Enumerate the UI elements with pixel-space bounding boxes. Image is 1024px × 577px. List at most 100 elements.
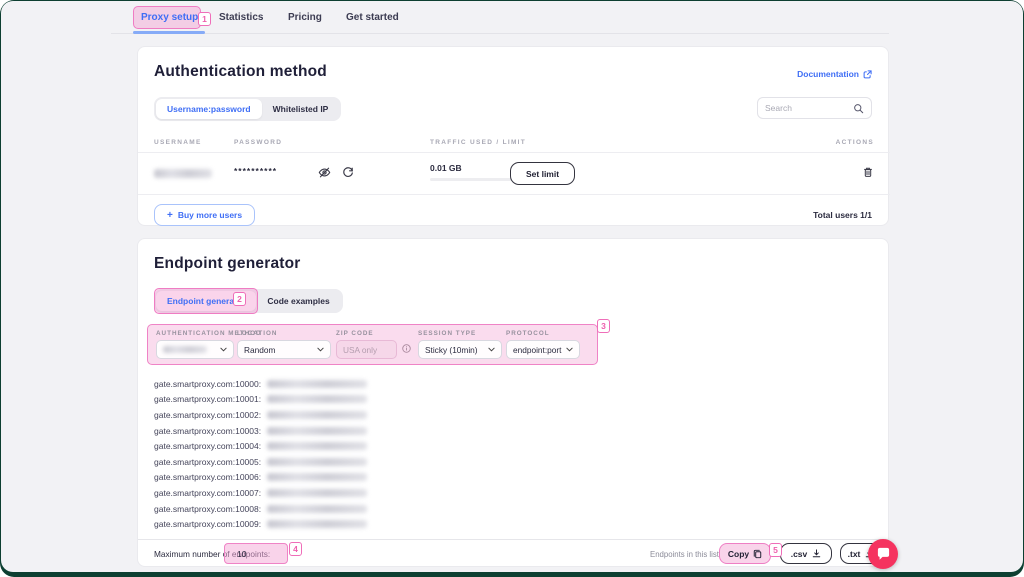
chevron-down-icon	[317, 347, 324, 352]
annotation-badge-3: 3	[597, 319, 610, 333]
screenshot-frame: Proxy setup Statistics Pricing Get start…	[0, 0, 1024, 577]
zip-code-placeholder: USA only	[343, 345, 377, 355]
show-password-button[interactable]	[318, 166, 331, 179]
location-select[interactable]: Random	[237, 340, 331, 359]
credentials-blurred	[267, 505, 367, 513]
chat-bubble-icon	[876, 547, 891, 561]
chevron-down-icon	[566, 347, 573, 352]
endpoint-host: gate.smartproxy.com:10007:	[154, 488, 261, 498]
endpoint-row: gate.smartproxy.com:10003:	[154, 423, 367, 439]
col-password: PASSWORD	[234, 139, 282, 146]
annotation-badge-5: 5	[769, 543, 782, 557]
password-masked: **********	[234, 166, 277, 176]
authentication-card: Authentication method Documentation User…	[137, 46, 889, 226]
col-actions: ACTIONS	[836, 139, 874, 146]
regenerate-password-button[interactable]	[342, 166, 354, 178]
endpoint-host: gate.smartproxy.com:10004:	[154, 441, 261, 451]
col-username: USERNAME	[154, 139, 202, 146]
credentials-blurred	[267, 411, 367, 419]
credentials-blurred	[267, 473, 367, 481]
filter-zip-code: ZIP CODE USA only	[336, 330, 397, 359]
download-icon	[812, 549, 821, 558]
filter-label: LOCATION	[237, 330, 331, 337]
external-link-icon	[863, 70, 872, 79]
tab-code-examples[interactable]: Code examples	[256, 291, 340, 311]
endpoint-row: gate.smartproxy.com:10002:	[154, 407, 367, 423]
filter-location: LOCATION Random	[237, 330, 331, 359]
tab-pricing[interactable]: Pricing	[288, 12, 322, 23]
total-users-label: Total users 1/1	[813, 210, 872, 220]
annotation-badge-4: 4	[289, 542, 302, 556]
dashboard-screen: Proxy setup Statistics Pricing Get start…	[1, 1, 1023, 572]
filter-label: AUTHENTICATION METHOD	[156, 330, 234, 337]
traffic-progress-bar	[430, 178, 518, 181]
tab-statistics[interactable]: Statistics	[219, 12, 263, 23]
endpoint-host: gate.smartproxy.com:10006:	[154, 472, 261, 482]
endpoint-row: gate.smartproxy.com:10000:	[154, 376, 367, 392]
protocol-select[interactable]: endpoint:port	[506, 340, 580, 359]
set-limit-button[interactable]: Set limit	[510, 162, 575, 185]
session-type-value: Sticky (10min)	[425, 345, 478, 355]
credentials-blurred	[267, 520, 367, 528]
endpoint-row: gate.smartproxy.com:10008:	[154, 501, 367, 517]
credentials-blurred	[267, 458, 367, 466]
filter-label: SESSION TYPE	[418, 330, 502, 337]
endpoint-row: gate.smartproxy.com:10001:	[154, 392, 367, 408]
chat-launcher-button[interactable]	[868, 539, 898, 569]
auth-title: Authentication method	[154, 63, 327, 81]
buy-more-users-button[interactable]: + Buy more users	[154, 204, 255, 226]
endpoint-tabs: Endpoint generator Code examples	[154, 289, 343, 313]
max-endpoints-input[interactable]	[224, 543, 288, 564]
chevron-down-icon	[488, 347, 495, 352]
endpoint-host: gate.smartproxy.com:10002:	[154, 410, 261, 420]
endpoint-row: gate.smartproxy.com:10009:	[154, 516, 367, 532]
search-input[interactable]	[765, 103, 853, 113]
active-tab-underline	[133, 31, 205, 34]
users-table-header: USERNAME PASSWORD TRAFFIC USED / LIMIT A…	[138, 131, 890, 153]
download-csv-button[interactable]: .csv	[780, 543, 832, 564]
filter-label: PROTOCOL	[506, 330, 580, 337]
documentation-label: Documentation	[797, 69, 859, 79]
selected-user-blurred	[163, 346, 207, 353]
credentials-blurred	[267, 380, 367, 388]
traffic-used-value: 0.01 GB	[430, 163, 462, 173]
endpoint-filters-panel: AUTHENTICATION METHOD LOCATION Random ZI…	[147, 324, 598, 365]
session-type-select[interactable]: Sticky (10min)	[418, 340, 502, 359]
buy-more-users-label: Buy more users	[178, 210, 242, 220]
copy-icon	[753, 549, 762, 559]
copy-label: Copy	[728, 549, 749, 559]
top-navigation: Proxy setup Statistics Pricing Get start…	[111, 1, 889, 34]
endpoint-host: gate.smartproxy.com:10008:	[154, 504, 261, 514]
col-traffic: TRAFFIC USED / LIMIT	[430, 139, 526, 146]
filter-session-type: SESSION TYPE Sticky (10min)	[418, 330, 502, 359]
endpoint-host: gate.smartproxy.com:10001:	[154, 394, 261, 404]
search-icon	[853, 103, 864, 114]
filter-label: ZIP CODE	[336, 330, 397, 337]
copy-button[interactable]: Copy	[719, 543, 771, 564]
zip-code-input: USA only	[336, 340, 397, 359]
endpoint-host: gate.smartproxy.com:10009:	[154, 519, 261, 529]
chevron-down-icon	[220, 347, 227, 352]
credentials-blurred	[267, 489, 367, 497]
annotation-badge-2: 2	[233, 292, 246, 306]
documentation-link[interactable]: Documentation	[797, 69, 872, 79]
tab-get-started[interactable]: Get started	[346, 12, 399, 23]
delete-user-icon[interactable]	[862, 166, 874, 179]
info-icon[interactable]	[402, 344, 411, 353]
protocol-value: endpoint:port	[513, 345, 561, 355]
tab-proxy-setup[interactable]: Proxy setup	[141, 12, 198, 23]
endpoint-row: gate.smartproxy.com:10004:	[154, 438, 367, 454]
plus-icon: +	[167, 210, 173, 221]
filter-protocol: PROTOCOL endpoint:port	[506, 330, 580, 359]
search-box	[757, 97, 872, 119]
tab-whitelisted-ip[interactable]: Whitelisted IP	[262, 99, 340, 119]
authentication-method-select[interactable]	[156, 340, 234, 359]
tab-username-password[interactable]: Username:password	[156, 99, 262, 119]
csv-label: .csv	[791, 549, 808, 559]
filter-authentication-method: AUTHENTICATION METHOD	[156, 330, 234, 359]
auth-method-tabs: Username:password Whitelisted IP	[154, 97, 341, 121]
txt-label: .txt	[848, 549, 861, 559]
endpoint-host: gate.smartproxy.com:10000:	[154, 379, 261, 389]
endpoint-row: gate.smartproxy.com:10005:	[154, 454, 367, 470]
endpoint-row: gate.smartproxy.com:10006:	[154, 470, 367, 486]
